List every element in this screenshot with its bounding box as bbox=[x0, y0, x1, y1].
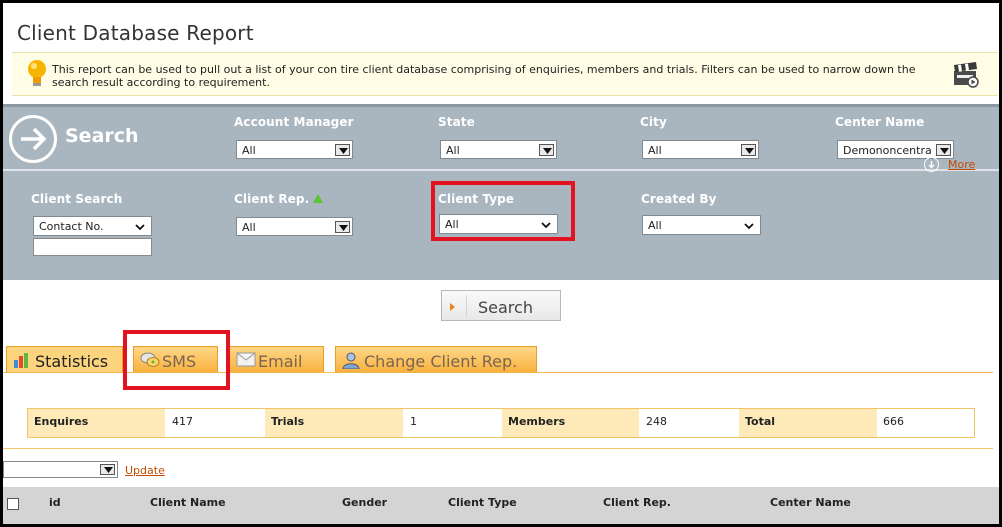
center-name-label: Center Name bbox=[835, 115, 925, 129]
chevron-down-icon bbox=[744, 220, 754, 233]
column-header-center-name[interactable]: Center Name bbox=[770, 496, 851, 509]
chevron-down-circle-icon bbox=[924, 157, 939, 172]
stat-members-label: Members bbox=[502, 409, 639, 437]
column-header-client-rep[interactable]: Client Rep. bbox=[603, 496, 671, 509]
stat-total-label: Total bbox=[739, 409, 877, 437]
section-separator bbox=[3, 448, 993, 449]
tab-email[interactable]: Email bbox=[229, 346, 324, 372]
stat-enquires-value: 417 bbox=[172, 415, 193, 428]
column-header-client-name[interactable]: Client Name bbox=[150, 496, 226, 509]
info-bar: This report can be used to pull out a li… bbox=[12, 52, 998, 96]
bar-chart-icon bbox=[13, 352, 31, 371]
stats-bar: Enquires 417 Trials 1 Members 248 Total … bbox=[27, 408, 975, 438]
column-header-gender[interactable]: Gender bbox=[342, 496, 387, 509]
user-icon bbox=[342, 352, 360, 372]
page-title: Client Database Report bbox=[17, 21, 254, 45]
bulk-action-select[interactable] bbox=[3, 461, 118, 478]
client-database-report-window: Client Database Report This report can b… bbox=[0, 0, 1002, 527]
video-help-icon[interactable] bbox=[952, 61, 980, 89]
arrow-up-icon bbox=[313, 194, 324, 203]
sms-tab-highlight bbox=[123, 330, 230, 390]
dropdown-arrow-icon bbox=[741, 144, 756, 156]
column-header-id[interactable]: id bbox=[49, 496, 61, 509]
dropdown-arrow-icon bbox=[936, 144, 951, 156]
panel-divider bbox=[3, 169, 999, 171]
search-heading: Search bbox=[65, 125, 139, 147]
stat-members-value: 248 bbox=[646, 415, 667, 428]
stat-trials-label: Trials bbox=[265, 409, 403, 437]
stat-enquires-label: Enquires bbox=[28, 409, 165, 437]
more-link[interactable]: More bbox=[948, 158, 975, 171]
dropdown-arrow-icon bbox=[539, 144, 554, 156]
state-select[interactable]: All bbox=[440, 140, 557, 159]
dropdown-arrow-icon bbox=[335, 221, 350, 233]
created-by-label: Created By bbox=[641, 192, 717, 206]
stat-total-value: 666 bbox=[883, 415, 904, 428]
city-select[interactable]: All bbox=[642, 140, 759, 159]
button-separator bbox=[466, 295, 467, 317]
client-rep-select[interactable]: All bbox=[236, 217, 353, 236]
table-header: id Client Name Gender Client Type Client… bbox=[3, 487, 999, 524]
city-label: City bbox=[640, 115, 667, 129]
client-type-highlight bbox=[431, 181, 575, 241]
search-button[interactable]: Search bbox=[441, 290, 561, 321]
select-all-checkbox[interactable] bbox=[7, 498, 19, 510]
update-link[interactable]: Update bbox=[125, 464, 165, 477]
created-by-select[interactable]: All bbox=[642, 215, 761, 235]
client-rep-label: Client Rep. bbox=[234, 192, 324, 206]
dropdown-arrow-icon bbox=[335, 144, 350, 156]
client-search-label: Client Search bbox=[31, 192, 123, 206]
client-search-input[interactable] bbox=[33, 238, 152, 256]
envelope-icon bbox=[236, 352, 256, 370]
column-header-client-type[interactable]: Client Type bbox=[448, 496, 517, 509]
account-manager-label: Account Manager bbox=[234, 115, 354, 129]
arrow-right-icon bbox=[9, 115, 57, 163]
play-icon bbox=[450, 303, 455, 311]
tab-change-client-rep[interactable]: Change Client Rep. bbox=[335, 346, 537, 372]
client-search-type-select[interactable]: Contact No. bbox=[33, 216, 152, 236]
state-label: State bbox=[438, 115, 475, 129]
lightbulb-icon bbox=[26, 59, 48, 89]
tab-statistics[interactable]: Statistics bbox=[6, 346, 123, 373]
info-text: This report can be used to pull out a li… bbox=[52, 63, 916, 89]
stat-trials-value: 1 bbox=[410, 415, 417, 428]
dropdown-arrow-icon bbox=[100, 464, 115, 475]
chevron-down-icon bbox=[135, 221, 145, 234]
center-name-select[interactable]: Demononcentra bbox=[837, 140, 954, 159]
account-manager-select[interactable]: All bbox=[236, 140, 353, 159]
